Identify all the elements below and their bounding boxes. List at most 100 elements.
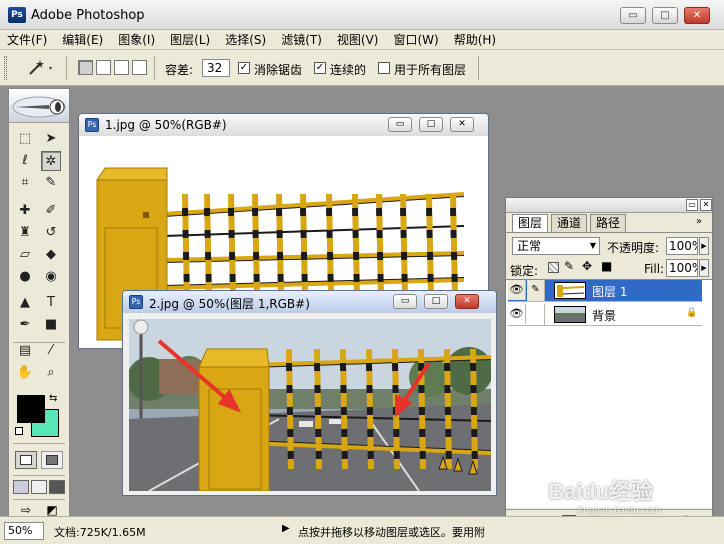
eraser-icon[interactable]: ▱ (15, 245, 35, 265)
doc1-minimize-button[interactable]: ▭ (388, 117, 412, 132)
marquee-icon[interactable]: ⬚ (15, 129, 35, 149)
paint-bucket-icon[interactable]: ◆ (41, 245, 61, 265)
new-selection-button[interactable] (78, 60, 93, 75)
eye-icon[interactable]: 👁 (508, 304, 526, 324)
opacity-slider-button[interactable]: ▶ (699, 237, 709, 255)
lock-position-icon[interactable]: ✥ (582, 259, 592, 273)
document-2-canvas[interactable] (129, 319, 491, 491)
clone-stamp-icon[interactable]: ♜ (15, 223, 35, 243)
all-layers-checkbox[interactable] (378, 62, 390, 74)
path-select-icon[interactable]: ▲ (15, 293, 35, 313)
type-icon[interactable]: T (41, 293, 61, 313)
brush-link-icon[interactable]: ✎ (527, 280, 545, 301)
menu-file[interactable]: 文件(F) (0, 31, 55, 48)
doc1-maximize-button[interactable]: □ (419, 117, 443, 132)
full-screen-menu-mode-button[interactable] (31, 480, 47, 494)
menu-edit[interactable]: 编辑(E) (55, 31, 111, 48)
document-1-titlebar[interactable]: Ps 1.jpg @ 50%(RGB#) ▭ □ ✕ (79, 114, 488, 136)
lasso-icon[interactable]: ℓ (15, 151, 35, 171)
doc2-close-button[interactable]: ✕ (455, 294, 479, 309)
tab-paths[interactable]: 路径 (590, 214, 627, 232)
opacity-input[interactable]: 100% (666, 237, 698, 255)
standard-screen-mode-button[interactable] (13, 480, 29, 494)
fill-slider-button[interactable]: ▶ (699, 259, 709, 277)
doc2-maximize-button[interactable]: □ (424, 294, 448, 309)
play-arrow-icon[interactable]: ▶ (282, 523, 290, 534)
zoom-icon[interactable]: ⌕ (41, 363, 61, 383)
layers-panel-titlebar[interactable]: ▭ ✕ (506, 198, 712, 213)
notes-icon[interactable]: ▤ (15, 341, 35, 361)
options-grip[interactable] (4, 56, 7, 80)
opacity-label: 不透明度: (607, 241, 660, 255)
photoshop-logo-icon: Ps (8, 7, 26, 23)
toolbox-divider (13, 499, 65, 500)
dodge-icon[interactable]: ◉ (41, 267, 61, 287)
history-brush-icon[interactable]: ↺ (41, 223, 61, 243)
eyedropper-icon[interactable]: ⁄ (41, 341, 61, 361)
move-icon[interactable]: ➤ (41, 129, 61, 149)
healing-brush-icon[interactable]: ✚ (15, 201, 35, 221)
layer1-name: 图层 1 (592, 285, 628, 299)
menu-layer[interactable]: 图层(L) (163, 31, 218, 48)
hand-icon[interactable]: ✋ (15, 363, 35, 383)
background-layer-name: 背景 (592, 309, 617, 323)
tolerance-input[interactable]: 32 (202, 59, 230, 77)
toolbox-divider (13, 443, 65, 444)
quick-mask-mode-button[interactable] (41, 451, 63, 469)
swap-colors-icon[interactable]: ⇆ (49, 393, 57, 404)
options-divider (478, 56, 479, 80)
document-2-title: 2.jpg @ 50%(图层 1,RGB#) (149, 297, 310, 311)
eye-icon[interactable]: 👁 (508, 280, 526, 300)
intersect-selection-button[interactable] (132, 60, 147, 75)
default-colors-icon[interactable] (15, 427, 23, 435)
app-maximize-button[interactable]: □ (652, 7, 678, 24)
add-selection-button[interactable] (96, 60, 111, 75)
layer-link-slot[interactable] (527, 304, 545, 325)
subtract-selection-button[interactable] (114, 60, 129, 75)
lock-image-icon[interactable]: ✎ (564, 259, 574, 273)
menu-select[interactable]: 选择(S) (218, 31, 274, 48)
watermark-sub: jingyan.baidu.com (578, 506, 662, 516)
blend-mode-select[interactable]: 正常 ▼ (512, 237, 600, 255)
panel-menu-icon[interactable]: » (696, 216, 702, 227)
foreground-color-front[interactable] (17, 395, 45, 423)
zoom-level-input[interactable]: 50% (4, 522, 44, 540)
toolbox-divider (13, 342, 65, 343)
document-window-2[interactable]: Ps 2.jpg @ 50%(图层 1,RGB#) ▭ □ ✕ (122, 290, 497, 496)
menu-help[interactable]: 帮助(H) (447, 31, 504, 48)
full-screen-mode-button[interactable] (49, 480, 65, 494)
magic-wand-icon[interactable]: ✲ (41, 151, 61, 171)
lock-transparency-icon[interactable] (548, 262, 559, 273)
tab-layers[interactable]: 图层 (512, 214, 549, 232)
brush-icon[interactable]: ✐ (41, 201, 61, 221)
app-close-button[interactable]: ✕ (684, 7, 710, 24)
doc1-close-button[interactable]: ✕ (450, 117, 474, 132)
panel-close-button[interactable]: ✕ (700, 199, 712, 211)
document-2-titlebar[interactable]: Ps 2.jpg @ 50%(图层 1,RGB#) ▭ □ ✕ (123, 291, 496, 313)
menu-view[interactable]: 视图(V) (330, 31, 387, 48)
blur-icon[interactable]: ● (15, 267, 35, 287)
contiguous-checkbox[interactable]: ✓ (314, 62, 326, 74)
rectangle-icon[interactable]: ■ (41, 315, 61, 335)
menu-filter[interactable]: 滤镜(T) (274, 31, 330, 48)
standard-mode-button[interactable] (15, 451, 37, 469)
layer-row-layer1[interactable]: 👁 ✎ 图层 1 (508, 280, 702, 302)
lock-all-icon[interactable]: ■ (601, 259, 612, 273)
lock-label: 锁定: (510, 264, 539, 278)
toolbox-header[interactable] (9, 89, 69, 123)
toolbox-divider (13, 475, 65, 476)
slice-icon[interactable]: ✎ (41, 173, 61, 193)
doc2-minimize-button[interactable]: ▭ (393, 294, 417, 309)
menu-image[interactable]: 图象(I) (111, 31, 163, 48)
app-title: Adobe Photoshop (31, 8, 145, 23)
menu-window[interactable]: 窗口(W) (386, 31, 446, 48)
pen-icon[interactable]: ✒ (15, 315, 35, 335)
crop-icon[interactable]: ⌗ (15, 173, 35, 193)
tab-channels[interactable]: 通道 (551, 214, 588, 232)
app-minimize-button[interactable]: ▭ (620, 7, 646, 24)
layer-row-background[interactable]: 👁 背景 🔒 (508, 304, 702, 326)
fill-input[interactable]: 100% (666, 259, 698, 277)
panel-minimize-button[interactable]: ▭ (686, 199, 698, 211)
anti-alias-checkbox[interactable]: ✓ (238, 62, 250, 74)
magic-wand-icon[interactable] (26, 58, 56, 78)
